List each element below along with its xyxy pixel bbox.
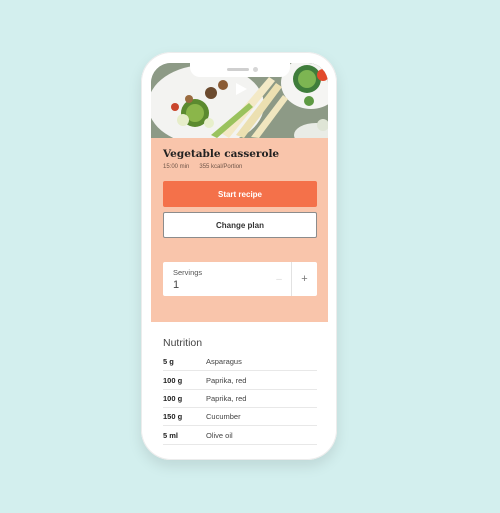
recipe-meta: 15:00 min 355 kcal/Portion (163, 164, 242, 170)
ingredient-quantity: 150 g (163, 412, 183, 421)
recipe-time: 15:00 min (163, 164, 190, 170)
servings-label: Servings (173, 268, 203, 277)
ingredient-name: Cucumber (206, 412, 241, 421)
phone-frame: Vegetable casserole 15:00 min 355 kcal/Po… (141, 52, 337, 460)
phone-notch (190, 63, 290, 77)
change-plan-button[interactable]: Change plan (163, 212, 317, 238)
ingredient-name: Asparagus (206, 357, 242, 366)
ingredient-name: Paprika, red (206, 394, 247, 403)
servings-stepper: Servings 1 – + (163, 262, 317, 296)
nutrition-row: 100 g Paprika, red (163, 389, 317, 408)
play-icon (236, 83, 247, 95)
ingredient-quantity: 5 ml (163, 431, 179, 440)
nutrition-title: Nutrition (163, 337, 203, 349)
ingredient-name: Olive oil (206, 431, 233, 440)
nutrition-row: 5 ml Olive oil (163, 426, 317, 445)
ingredient-quantity: 100 g (163, 376, 183, 385)
nutrition-row: 100 g Paprika, red (163, 371, 317, 390)
ingredient-name: Paprika, red (206, 376, 247, 385)
decrease-servings-button[interactable]: – (267, 262, 291, 296)
servings-value: 1 (173, 279, 180, 291)
ingredient-quantity: 100 g (163, 394, 183, 403)
front-camera (253, 67, 258, 72)
phone-screen: Vegetable casserole 15:00 min 355 kcal/Po… (151, 63, 328, 450)
start-recipe-button[interactable]: Start recipe (163, 181, 317, 207)
play-video-button[interactable] (229, 78, 253, 100)
nutrition-row: 5 g Asparagus (163, 352, 317, 371)
nutrition-section: Nutrition 5 g Asparagus 100 g Paprika, r… (151, 322, 328, 450)
recipe-title: Vegetable casserole (163, 148, 280, 160)
recipe-calories: 355 kcal/Portion (199, 164, 243, 170)
ingredient-quantity: 5 g (163, 357, 174, 366)
speaker-grille (227, 68, 249, 71)
increase-servings-button[interactable]: + (292, 262, 317, 296)
nutrition-row: 150 g Cucumber (163, 407, 317, 426)
recipe-panel: Vegetable casserole 15:00 min 355 kcal/Po… (151, 138, 328, 322)
